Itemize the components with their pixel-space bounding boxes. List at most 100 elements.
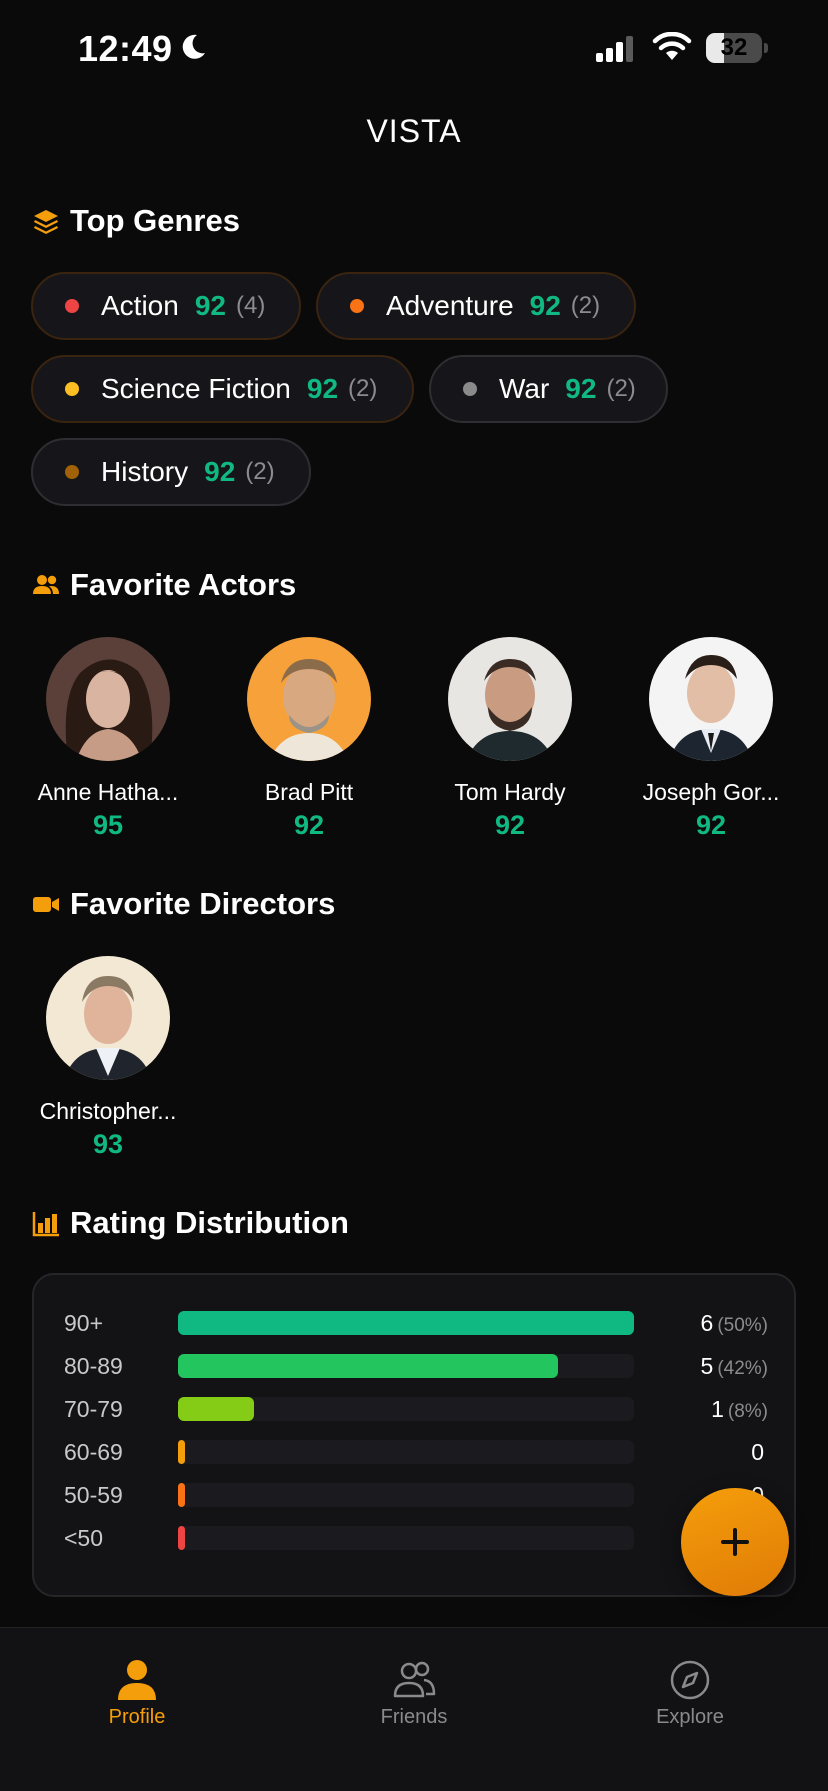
section-title: Top Genres <box>70 203 240 238</box>
distribution-row: 80-89 5 (42%) <box>34 1351 798 1381</box>
distribution-row: 50-59 0 <box>34 1480 798 1510</box>
genre-score: 92 <box>306 373 339 404</box>
people-icon <box>393 1661 436 1698</box>
actor-photo <box>448 637 572 761</box>
actor-card[interactable]: Tom Hardy 92 <box>425 637 595 841</box>
genre-score: 92 <box>529 290 561 321</box>
actor-name: Brad Pitt <box>264 779 354 805</box>
genre-chip-adventure[interactable]: Adventure 92 (2) <box>316 272 636 340</box>
genre-name: War <box>499 373 550 404</box>
distribution-bar <box>178 1311 634 1335</box>
app-title: VISTA <box>366 113 462 149</box>
genre-color-dot <box>350 299 364 313</box>
cellular-signal-icon <box>596 36 633 62</box>
range-count: 6 (50%) <box>700 1310 768 1336</box>
actor-score: 95 <box>92 810 124 840</box>
genre-color-dot <box>65 382 79 396</box>
wifi-icon <box>652 32 692 60</box>
distribution-track <box>178 1397 634 1421</box>
distribution-bar <box>178 1483 185 1507</box>
tab-label: Explore <box>656 1706 724 1728</box>
genre-count: (2) <box>245 458 275 485</box>
genre-chip-science-fiction[interactable]: Science Fiction 92 (2) <box>31 355 414 423</box>
add-button[interactable] <box>681 1488 789 1596</box>
actor-photo <box>46 637 170 761</box>
range-count: 5 (42%) <box>700 1353 768 1379</box>
director-avatar <box>46 956 170 1080</box>
director-score: 93 <box>92 1129 124 1159</box>
range-label: 60-69 <box>64 1439 123 1465</box>
range-label: 80-89 <box>64 1353 123 1379</box>
range-percent: (50%) <box>717 1315 768 1336</box>
distribution-bar <box>178 1526 185 1550</box>
range-percent: (42%) <box>717 1358 768 1379</box>
favorite-directors-header: Favorite Directors <box>32 886 335 922</box>
distribution-bar <box>178 1354 558 1378</box>
director-photo <box>46 956 170 1080</box>
range-label: 90+ <box>64 1310 104 1336</box>
genre-chip-history[interactable]: History 92 (2) <box>31 438 311 506</box>
distribution-track <box>178 1526 634 1550</box>
tab-friends[interactable]: Friends <box>314 1658 514 1729</box>
genre-color-dot <box>65 465 79 479</box>
distribution-row: 70-79 1 (8%) <box>34 1394 798 1424</box>
plus-icon <box>721 1528 749 1556</box>
actor-card[interactable]: Anne Hatha... 95 <box>23 637 193 841</box>
actor-name: Tom Hardy <box>454 779 566 805</box>
section-title: Rating Distribution <box>70 1205 349 1240</box>
genre-color-dot <box>65 299 79 313</box>
battery-icon: 32 <box>706 33 768 63</box>
range-label: 70-79 <box>64 1396 123 1422</box>
actor-photo <box>649 637 773 761</box>
range-label: 50-59 <box>64 1482 123 1508</box>
genre-name: Science Fiction <box>101 373 291 404</box>
actor-card[interactable]: Joseph Gor... 92 <box>626 637 796 841</box>
genre-count: (2) <box>348 375 378 402</box>
compass-icon <box>670 1660 710 1700</box>
tab-label: Profile <box>108 1706 166 1728</box>
genre-score: 92 <box>204 456 236 487</box>
tab-label: Friends <box>380 1706 448 1728</box>
actor-name: Joseph Gor... <box>642 779 780 805</box>
actor-card[interactable]: Brad Pitt 92 <box>224 637 394 841</box>
section-title: Favorite Actors <box>70 567 297 602</box>
director-name: Christopher... <box>39 1098 177 1124</box>
genre-score: 92 <box>565 373 597 404</box>
status-time: 12:49 <box>78 28 173 69</box>
person-icon <box>118 1660 156 1700</box>
tab-explore[interactable]: Explore <box>590 1658 790 1729</box>
tab-profile[interactable]: Profile <box>37 1658 237 1729</box>
distribution-track <box>178 1311 634 1335</box>
genre-count: (4) <box>235 292 266 319</box>
genre-name: Adventure <box>386 290 514 321</box>
genre-score: 92 <box>194 290 226 321</box>
moon-icon <box>182 34 205 59</box>
favorite-actors-header: Favorite Actors <box>32 567 296 603</box>
director-card[interactable]: Christopher... 93 <box>23 956 193 1160</box>
distribution-bar <box>178 1440 185 1464</box>
actor-avatar <box>448 637 572 761</box>
genre-chip-action[interactable]: Action 92 (4) <box>31 272 301 340</box>
video-camera-icon <box>33 897 59 912</box>
top-genres-header: Top Genres <box>32 203 240 239</box>
actor-avatar <box>247 637 371 761</box>
actor-score: 92 <box>293 810 325 840</box>
range-percent: (8%) <box>727 1401 768 1422</box>
battery-level: 32 <box>720 34 748 61</box>
status-bar: 12:49 32 <box>0 0 828 100</box>
genre-color-dot <box>463 382 477 396</box>
bar-chart-icon <box>32 1212 59 1237</box>
distribution-track <box>178 1354 634 1378</box>
layers-icon <box>34 210 58 234</box>
range-count: 0 <box>751 1439 764 1465</box>
genre-name: History <box>101 456 189 487</box>
actor-avatar <box>46 637 170 761</box>
distribution-track <box>178 1440 634 1464</box>
actor-score: 92 <box>695 810 727 840</box>
distribution-bar <box>178 1397 254 1421</box>
genre-count: (2) <box>606 375 636 402</box>
actor-name: Anne Hatha... <box>37 779 179 805</box>
genre-chip-war[interactable]: War 92 (2) <box>429 355 668 423</box>
actor-avatar <box>649 637 773 761</box>
distribution-row: 60-69 0 <box>34 1437 798 1467</box>
